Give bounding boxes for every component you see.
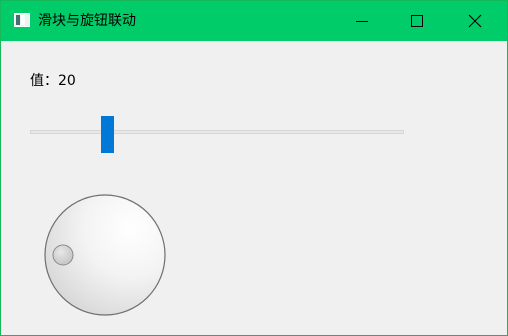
value-number: 20	[58, 73, 76, 89]
slider-thumb[interactable]	[101, 116, 115, 153]
dial-notch	[52, 244, 74, 266]
maximize-icon	[411, 15, 423, 27]
close-icon	[468, 14, 482, 28]
minimize-icon	[356, 21, 368, 22]
rotary-dial[interactable]	[43, 193, 167, 317]
horizontal-slider[interactable]	[29, 113, 406, 155]
minimize-button[interactable]	[339, 1, 385, 41]
maximize-button[interactable]	[394, 1, 440, 41]
value-label: 值：	[30, 73, 58, 89]
value-readout: 值：20	[30, 72, 76, 90]
title-bar[interactable]: 滑块与旋钮联动	[1, 1, 507, 41]
close-button[interactable]	[452, 1, 498, 41]
main-window: 滑块与旋钮联动 值：20	[0, 0, 508, 336]
window-title: 滑块与旋钮联动	[38, 13, 136, 29]
slider-track[interactable]	[30, 130, 404, 134]
app-icon	[14, 13, 30, 27]
